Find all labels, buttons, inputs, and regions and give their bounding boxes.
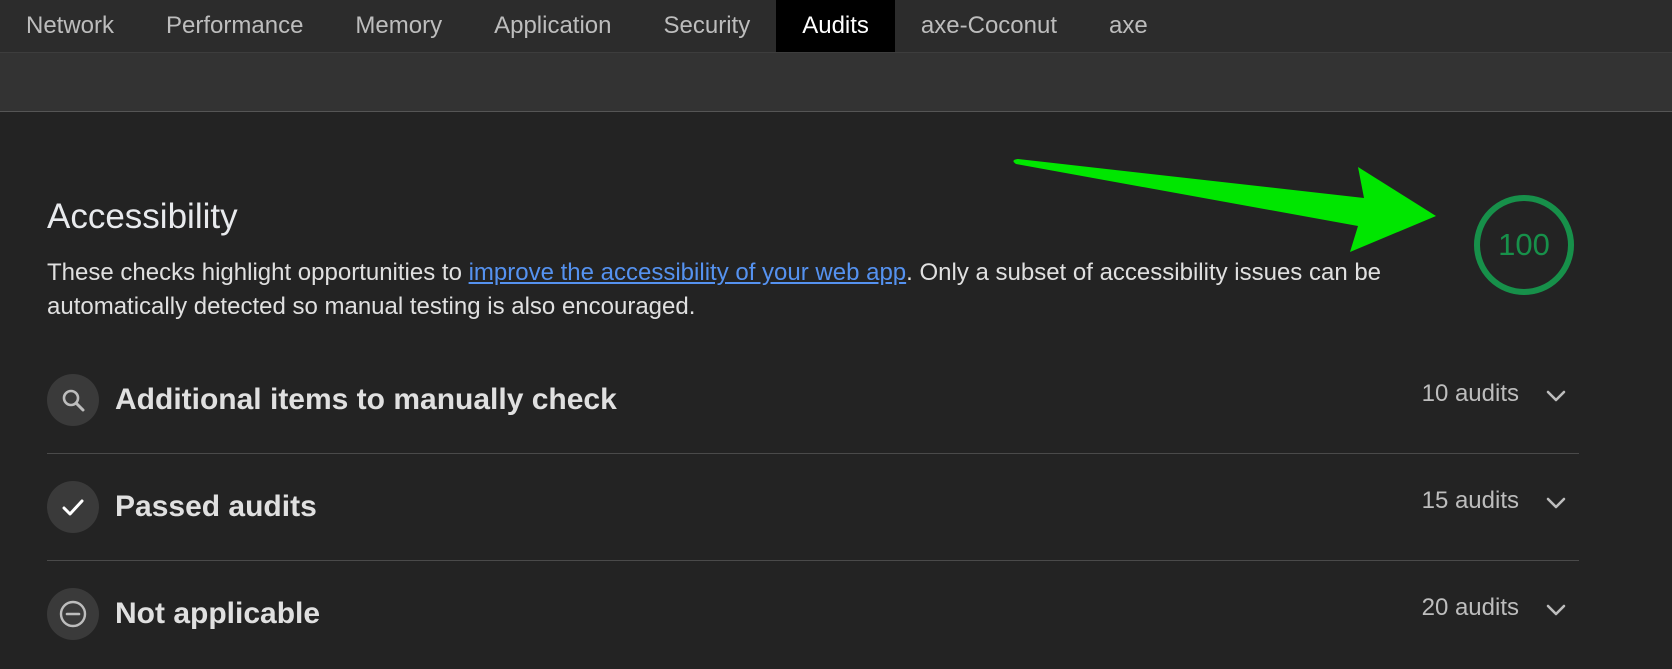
accessibility-docs-link[interactable]: improve the accessibility of your web ap… <box>469 259 907 286</box>
chevron-down-icon[interactable] <box>1541 381 1571 411</box>
tab-axe-coconut[interactable]: axe-Coconut <box>895 0 1083 52</box>
chevron-down-icon[interactable] <box>1541 488 1571 518</box>
category-title: Accessibility <box>47 197 238 236</box>
tab-network[interactable]: Network <box>0 0 140 52</box>
category-description: These checks highlight opportunities to … <box>47 256 1467 324</box>
audit-count: 15 audits <box>1421 487 1519 514</box>
group-title: Not applicable <box>115 597 321 630</box>
checkmark-icon <box>47 481 99 533</box>
description-text-start: These checks highlight opportunities to <box>47 259 469 286</box>
score-gauge: 100 <box>1472 193 1576 297</box>
tab-application[interactable]: Application <box>468 0 637 52</box>
group-passed-audits[interactable]: Passed audits 15 audits <box>47 454 1579 561</box>
tab-performance[interactable]: Performance <box>140 0 329 52</box>
audit-report: Accessibility These checks highlight opp… <box>0 112 1672 669</box>
score-value: 100 <box>1498 227 1550 262</box>
group-manual-checks[interactable]: Additional items to manually check 10 au… <box>47 347 1579 454</box>
group-title: Passed audits <box>115 490 317 523</box>
audit-count: 10 audits <box>1421 380 1519 407</box>
tab-memory[interactable]: Memory <box>329 0 468 52</box>
tab-axe[interactable]: axe <box>1083 0 1174 52</box>
devtools-tab-bar: Network Performance Memory Application S… <box>0 0 1672 53</box>
group-title: Additional items to manually check <box>115 383 617 416</box>
chevron-down-icon[interactable] <box>1541 595 1571 625</box>
audits-toolbar <box>0 53 1672 112</box>
tab-security[interactable]: Security <box>638 0 777 52</box>
search-icon <box>47 374 99 426</box>
audit-count: 20 audits <box>1421 594 1519 621</box>
group-not-applicable[interactable]: Not applicable 20 audits <box>47 561 1579 667</box>
minus-circle-icon <box>47 588 99 640</box>
tab-audits[interactable]: Audits <box>776 0 895 52</box>
